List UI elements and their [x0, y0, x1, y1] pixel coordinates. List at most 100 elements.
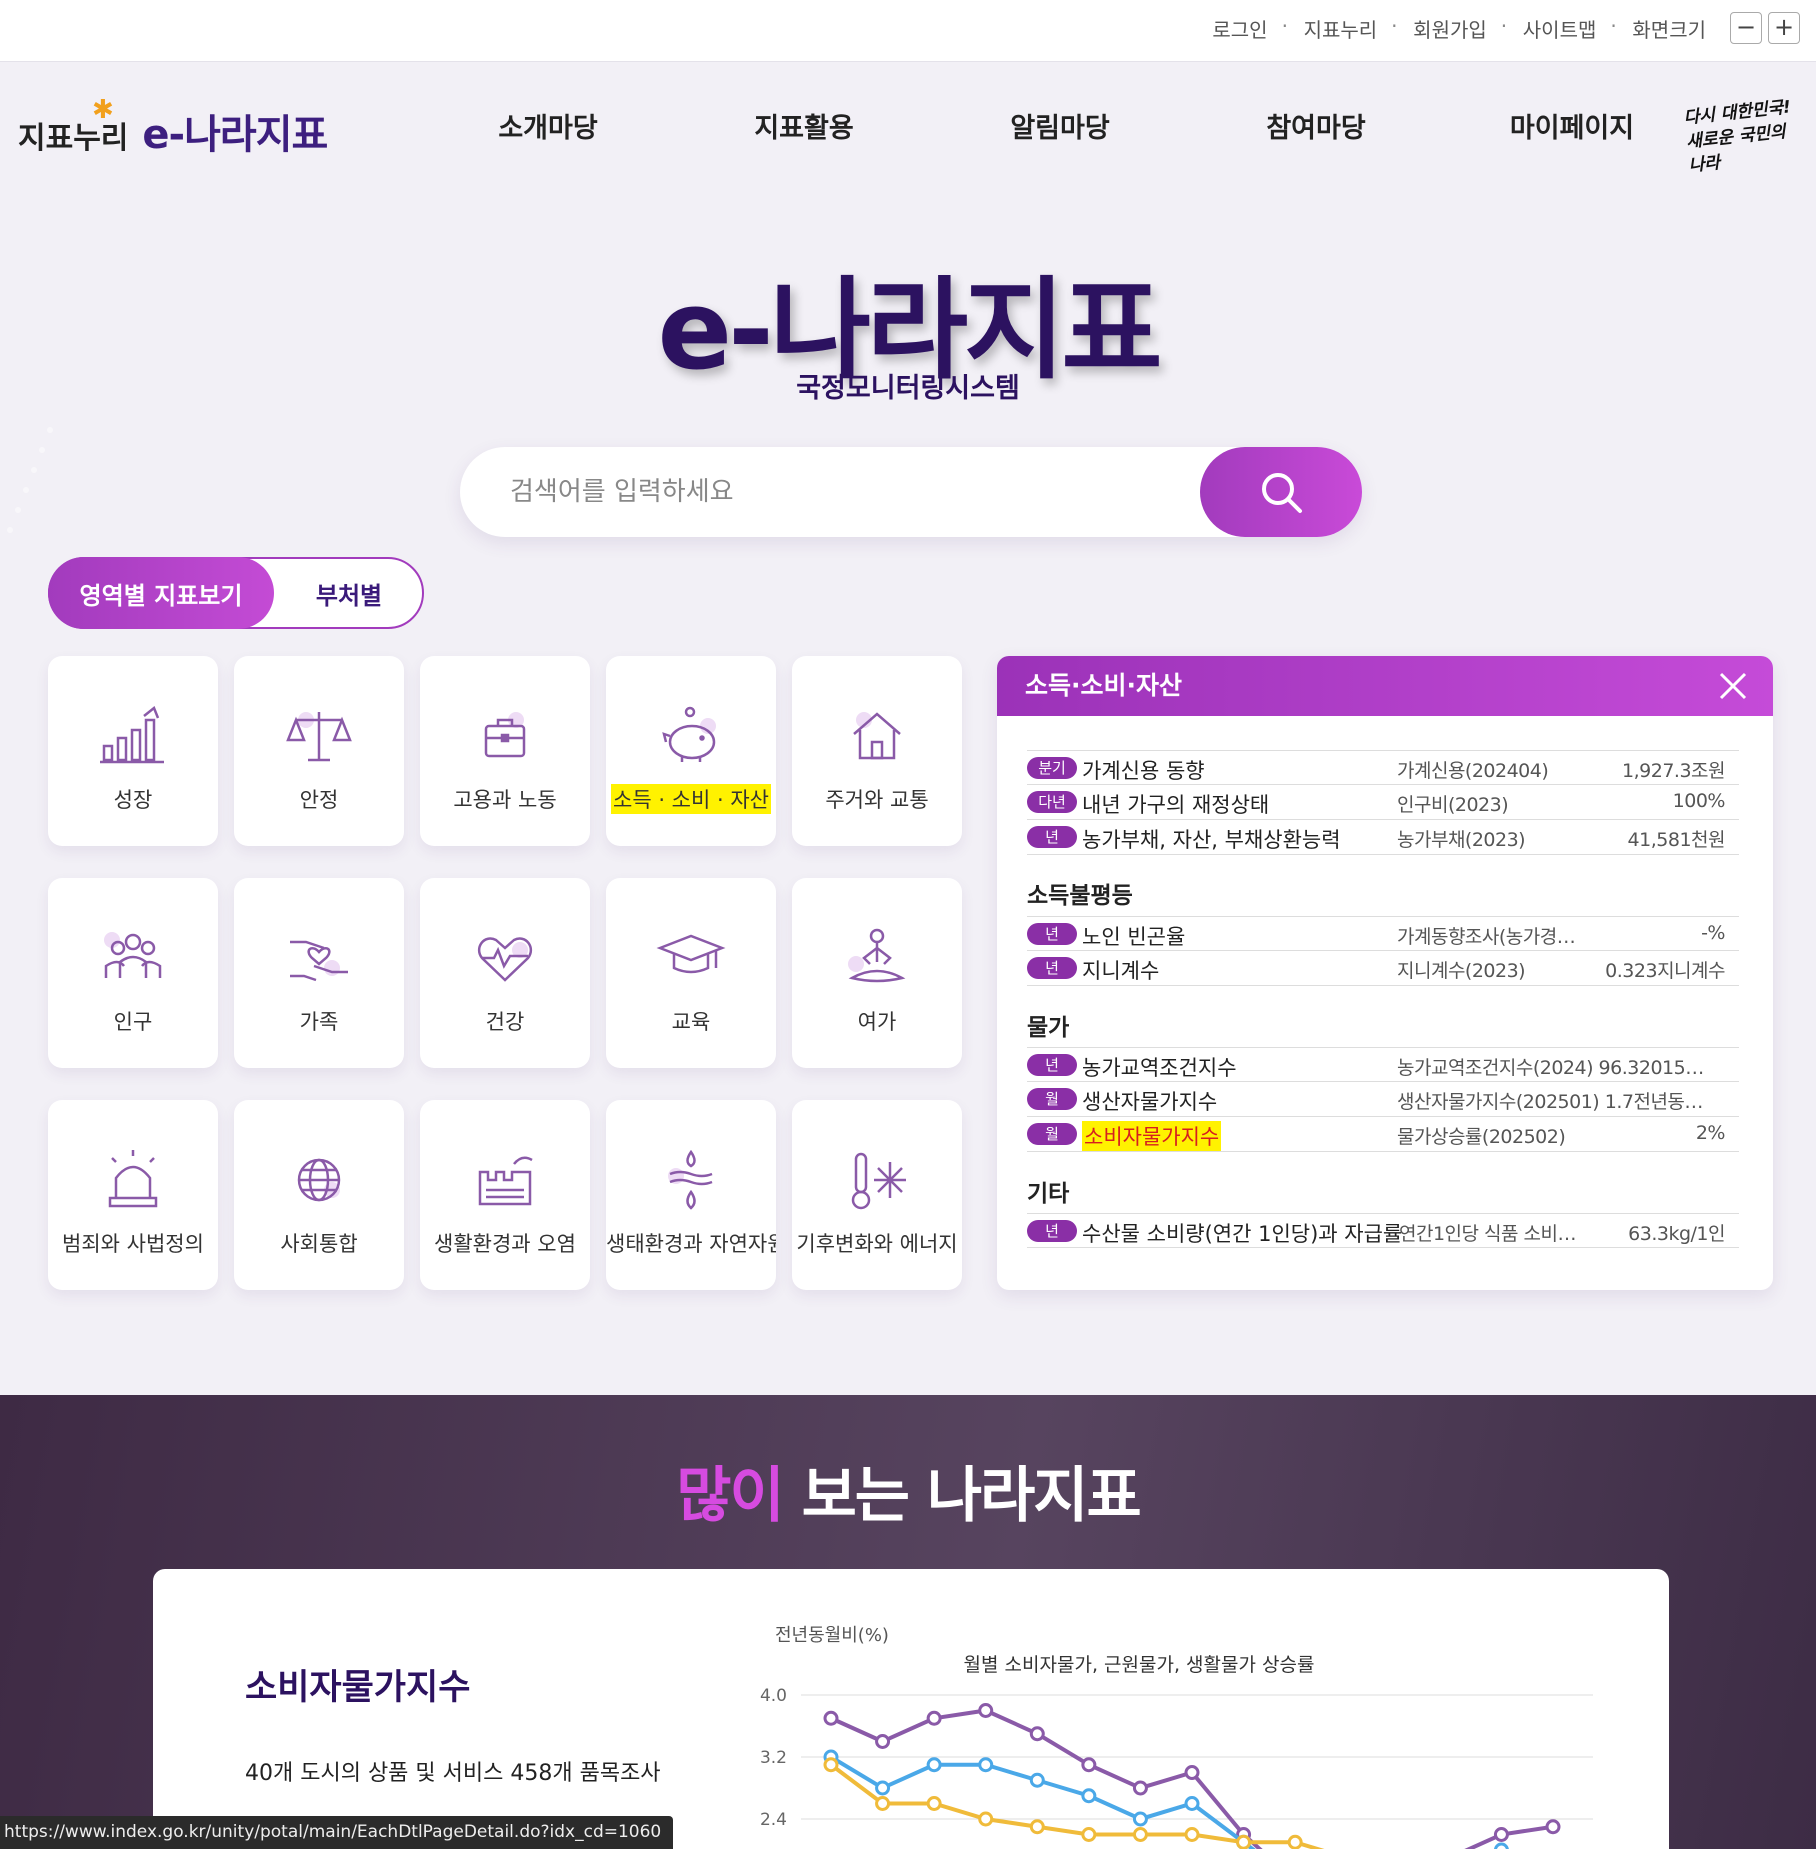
tile-label: 사회통합: [280, 1232, 358, 1256]
list-item[interactable]: 다년 내년 가구의 재정상태 인구비(2023) 100%: [1027, 785, 1739, 820]
search-input[interactable]: [510, 469, 1170, 515]
period-badge: 월: [1027, 1123, 1077, 1145]
period-badge: 년: [1027, 957, 1077, 979]
data-point: [1029, 1819, 1045, 1835]
tile-health[interactable]: 건강: [420, 878, 590, 1068]
indicator-source: 농가교역조건지수(2024) 96.32015=10…: [1397, 1057, 1707, 1079]
tile-growth[interactable]: 성장: [48, 656, 218, 846]
globe-icon: [297, 1158, 341, 1202]
period-badge: 다년: [1027, 791, 1077, 813]
data-point: [926, 1757, 942, 1773]
data-point: [1184, 1796, 1200, 1811]
jipyonuri-link[interactable]: 지표누리: [1282, 14, 1396, 43]
sitemap-link[interactable]: 사이트맵: [1501, 14, 1615, 43]
tile-label: 소득 · 소비 · 자산: [606, 784, 776, 814]
popular-section: 많이 보는 나라지표 소비자물가지수 40개 도시의 상품 및 서비스 458개…: [0, 1395, 1816, 1849]
meditation-icon: [848, 928, 906, 983]
data-point: [1081, 1757, 1097, 1773]
tile-label: 주거와 교통: [825, 788, 929, 812]
indicator-name: 생산자물가지수: [1082, 1090, 1218, 1114]
data-point: [978, 1811, 994, 1827]
tile-crime-justice[interactable]: 범죄와 사법정의: [48, 1100, 218, 1290]
data-point: [1132, 1811, 1148, 1827]
nav-intro[interactable]: 소개마당: [420, 106, 676, 145]
data-point: [875, 1796, 891, 1811]
indicator-name: 지니계수: [1082, 959, 1160, 983]
data-point: [1184, 1827, 1200, 1842]
close-icon[interactable]: [1717, 670, 1749, 702]
login-link[interactable]: 로그인: [1194, 14, 1285, 43]
siren-icon: [108, 1150, 158, 1208]
data-point: [1081, 1788, 1097, 1804]
indicator-source: 농가부채(2023): [1397, 829, 1526, 851]
tile-education[interactable]: 교육: [606, 878, 776, 1068]
tile-stability[interactable]: 안정: [234, 656, 404, 846]
utility-links: 로그인 지표누리 회원가입 사이트맵 화면크기 − +: [1194, 12, 1800, 44]
zoom-out-button[interactable]: −: [1730, 12, 1762, 44]
indicator-source: 가계동향조사(농가경…: [1397, 926, 1576, 948]
period-badge: 년: [1027, 1054, 1077, 1076]
data-point: [823, 1710, 839, 1726]
search-button[interactable]: [1200, 447, 1362, 537]
card-title: 소비자물가지수: [245, 1668, 471, 1708]
decorative-dots: [7, 427, 53, 533]
tile-label: 건강: [485, 1010, 525, 1034]
hero-subtitle: 국정모니터링시스템: [796, 373, 1020, 404]
panel-title: 소득·소비·자산: [1025, 671, 1182, 700]
header: 지표누리 ✱ e-나라지표 소개마당 지표활용 알림마당 참여마당 마이페이지 다…: [0, 62, 1816, 192]
period-badge: 년: [1027, 1220, 1077, 1242]
tile-employment[interactable]: 고용과 노동: [420, 656, 590, 846]
card-description: 40개 도시의 상품 및 서비스 458개 품목조사: [245, 1761, 661, 1786]
tile-ecology[interactable]: 생태환경과 자연자원: [606, 1100, 776, 1290]
utility-bar: 로그인 지표누리 회원가입 사이트맵 화면크기 − +: [0, 0, 1816, 62]
zoom-in-button[interactable]: +: [1768, 12, 1800, 44]
list-item[interactable]: 년 수산물 소비량(연간 1인당)과 자급률 연간1인당 식품 소비량… 63.…: [1027, 1213, 1739, 1248]
tile-living-environment[interactable]: 생활환경과 오염: [420, 1100, 590, 1290]
indicator-name: 농가교역조건지수: [1082, 1056, 1237, 1080]
indicator-value: 41,581천원: [1627, 829, 1726, 851]
indicator-value: 0.323지니계수: [1605, 960, 1725, 982]
tile-leisure[interactable]: 여가: [792, 878, 962, 1068]
nav-usage[interactable]: 지표활용: [676, 106, 932, 145]
tile-population[interactable]: 인구: [48, 878, 218, 1068]
indicator-value: 63.3kg/1인: [1628, 1223, 1725, 1245]
tile-label: 안정: [299, 788, 339, 812]
tile-family[interactable]: 가족: [234, 878, 404, 1068]
tile-housing[interactable]: 주거와 교통: [792, 656, 962, 846]
indicator-value: -%: [1701, 922, 1725, 944]
list-item[interactable]: 년 농가부채, 자산, 부채상환능력 농가부채(2023) 41,581천원: [1027, 820, 1739, 855]
list-item[interactable]: 년 노인 빈곤율 가계동향조사(농가경… -%: [1027, 916, 1739, 951]
indicator-card[interactable]: 소비자물가지수 40개 도시의 상품 및 서비스 458개 품목조사 전년동월비…: [153, 1569, 1669, 1849]
tile-social-integration[interactable]: 사회통합: [234, 1100, 404, 1290]
group-heading: 소득불평등: [1027, 883, 1133, 909]
search-bar: [460, 447, 1362, 537]
list-item[interactable]: 월 생산자물가지수 생산자물가지수(202501) 1.7전년동기(…: [1027, 1082, 1739, 1117]
list-item[interactable]: 월 소비자물가지수 물가상승률(202502) 2%: [1027, 1117, 1739, 1152]
tile-label: 범죄와 사법정의: [62, 1232, 204, 1256]
panel-header: 소득·소비·자산: [997, 656, 1773, 716]
list-item[interactable]: 년 지니계수 지니계수(2023) 0.323지니계수: [1027, 951, 1739, 986]
indicator-name: 소비자물가지수: [1082, 1121, 1222, 1151]
indicator-source: 생산자물가지수(202501) 1.7전년동기(…: [1397, 1091, 1707, 1113]
site-logo[interactable]: 지표누리 ✱ e-나라지표: [18, 95, 328, 160]
graduation-cap-icon: [656, 934, 726, 974]
tile-label: 인구: [113, 1010, 153, 1034]
data-point: [1184, 1765, 1200, 1780]
signup-link[interactable]: 회원가입: [1391, 14, 1505, 43]
toggle-by-ministry[interactable]: 부처별: [276, 559, 422, 627]
period-badge: 년: [1027, 826, 1077, 848]
y-tick-label: 2.4: [760, 1810, 787, 1830]
group-heading: 기타: [1027, 1181, 1070, 1207]
tile-label: 가족: [299, 1010, 339, 1034]
list-item[interactable]: 분기 가계신용 동향 가계신용(202404) 1,927.3조원: [1027, 750, 1739, 785]
tile-income[interactable]: 소득 · 소비 · 자산: [606, 656, 776, 846]
nav-notice[interactable]: 알림마당: [932, 106, 1188, 145]
toggle-by-area[interactable]: 영역별 지표보기: [48, 557, 274, 629]
data-point: [1236, 1834, 1252, 1849]
tile-climate-energy[interactable]: 기후변화와 에너지: [792, 1100, 962, 1290]
data-point: [926, 1796, 942, 1811]
tile-label: 고용과 노동: [453, 788, 557, 812]
nav-mypage[interactable]: 마이페이지: [1444, 106, 1700, 145]
list-item[interactable]: 년 농가교역조건지수 농가교역조건지수(2024) 96.32015=10…: [1027, 1047, 1739, 1082]
nav-participation[interactable]: 참여마당: [1188, 106, 1444, 145]
